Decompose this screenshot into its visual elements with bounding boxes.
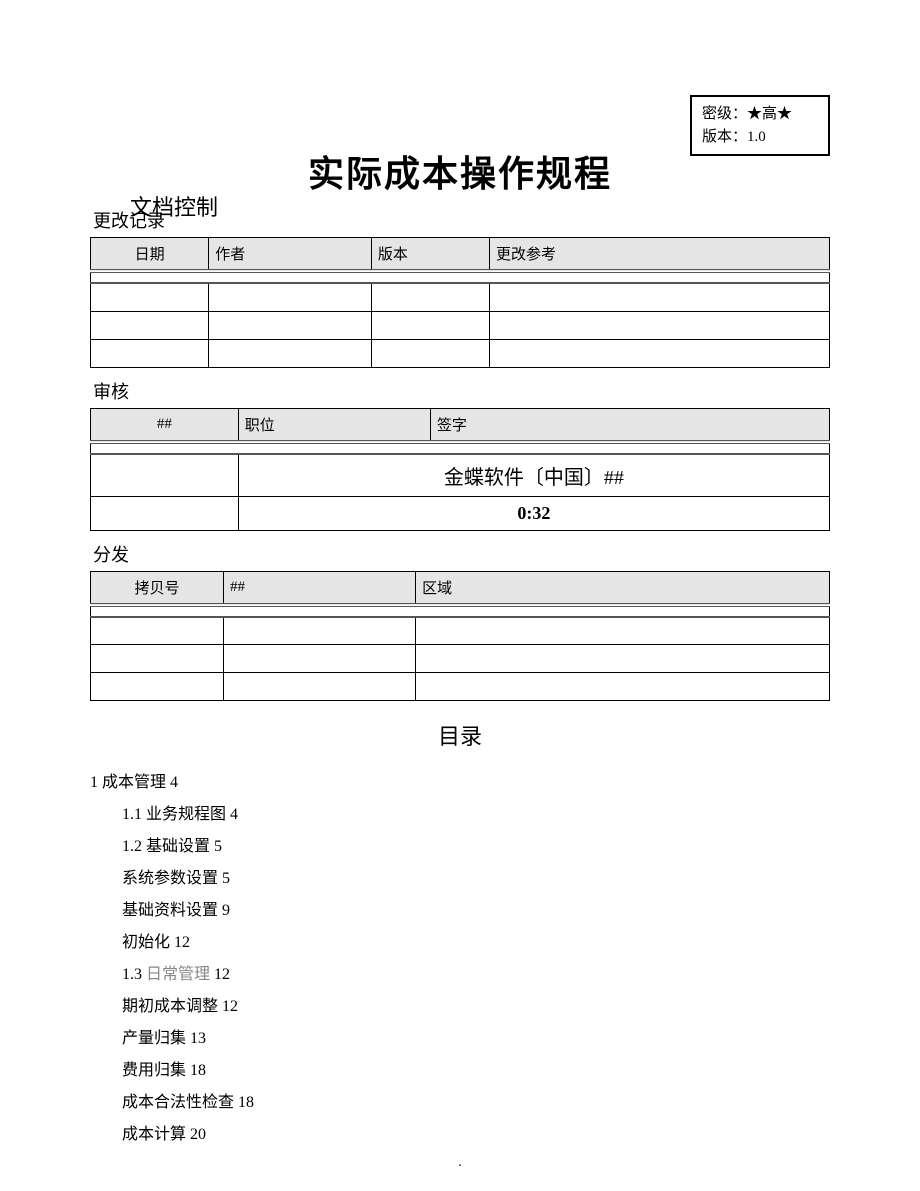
table-row <box>91 673 830 701</box>
change-log-header-date: 日期 <box>91 238 209 272</box>
distribute-header-copy: 拷贝号 <box>91 571 224 605</box>
distribute-header-area: 区域 <box>416 571 830 605</box>
time-text: 0:32 <box>245 503 823 524</box>
table-row <box>91 283 830 311</box>
table-row: 金蝶软件〔中国〕## <box>91 454 830 497</box>
toc-item: 1.1 业务规程图 4 <box>122 799 830 831</box>
table-row <box>91 311 830 339</box>
doc-control-label: 文档控制 <box>130 190 218 222</box>
review-header-sign: 签字 <box>430 408 829 442</box>
company-text: 金蝶软件〔中国〕## <box>245 461 823 490</box>
change-log-header-version: 版本 <box>371 238 489 272</box>
toc-item: 1.2 基础设置 5 <box>122 831 830 863</box>
toc-item: 产量归集 13 <box>122 1023 830 1055</box>
table-divider-row <box>91 442 830 454</box>
table-row <box>91 617 830 645</box>
review-label: 审核 <box>93 378 830 404</box>
table-divider-row <box>91 605 830 617</box>
footer-dot: . <box>458 1155 462 1171</box>
toc-title: 目录 <box>90 719 830 751</box>
toc-item: 1 成本管理 4 <box>90 767 830 799</box>
change-log-table: 日期 作者 版本 更改参考 <box>90 237 830 368</box>
toc-item: 初始化 12 <box>122 927 830 959</box>
toc-item: 期初成本调整 12 <box>122 991 830 1023</box>
distribute-label: 分发 <box>93 541 830 567</box>
distribute-header-id: ## <box>224 571 416 605</box>
review-header-position: 职位 <box>238 408 430 442</box>
version-label: 版本： <box>702 126 747 149</box>
toc-item: 1.3 日常管理 12 <box>122 959 830 991</box>
toc-item: 系统参数设置 5 <box>122 863 830 895</box>
review-header-id: ## <box>91 408 239 442</box>
classification-box: 密级： ★高★ 版本： 1.0 <box>690 95 830 156</box>
toc-list: 1 成本管理 4 1.1 业务规程图 4 1.2 基础设置 5 系统参数设置 5… <box>90 767 830 1151</box>
toc-item: 成本计算 20 <box>122 1119 830 1151</box>
level-label: 密级： <box>702 103 747 126</box>
change-log-header-author: 作者 <box>209 238 372 272</box>
table-row: 0:32 <box>91 496 830 530</box>
version-value: 1.0 <box>747 126 766 149</box>
toc-item: 成本合法性检查 18 <box>122 1087 830 1119</box>
toc-item: 费用归集 18 <box>122 1055 830 1087</box>
toc-item: 基础资料设置 9 <box>122 895 830 927</box>
table-row <box>91 645 830 673</box>
table-row <box>91 339 830 367</box>
level-value: ★高★ <box>747 103 792 126</box>
review-table: ## 职位 签字 金蝶软件〔中国〕## 0:32 <box>90 408 830 531</box>
distribute-table: 拷贝号 ## 区域 <box>90 571 830 702</box>
change-log-header-ref: 更改参考 <box>490 238 830 272</box>
toc-item-gray: 日常管理 <box>146 966 210 983</box>
table-divider-row <box>91 271 830 283</box>
